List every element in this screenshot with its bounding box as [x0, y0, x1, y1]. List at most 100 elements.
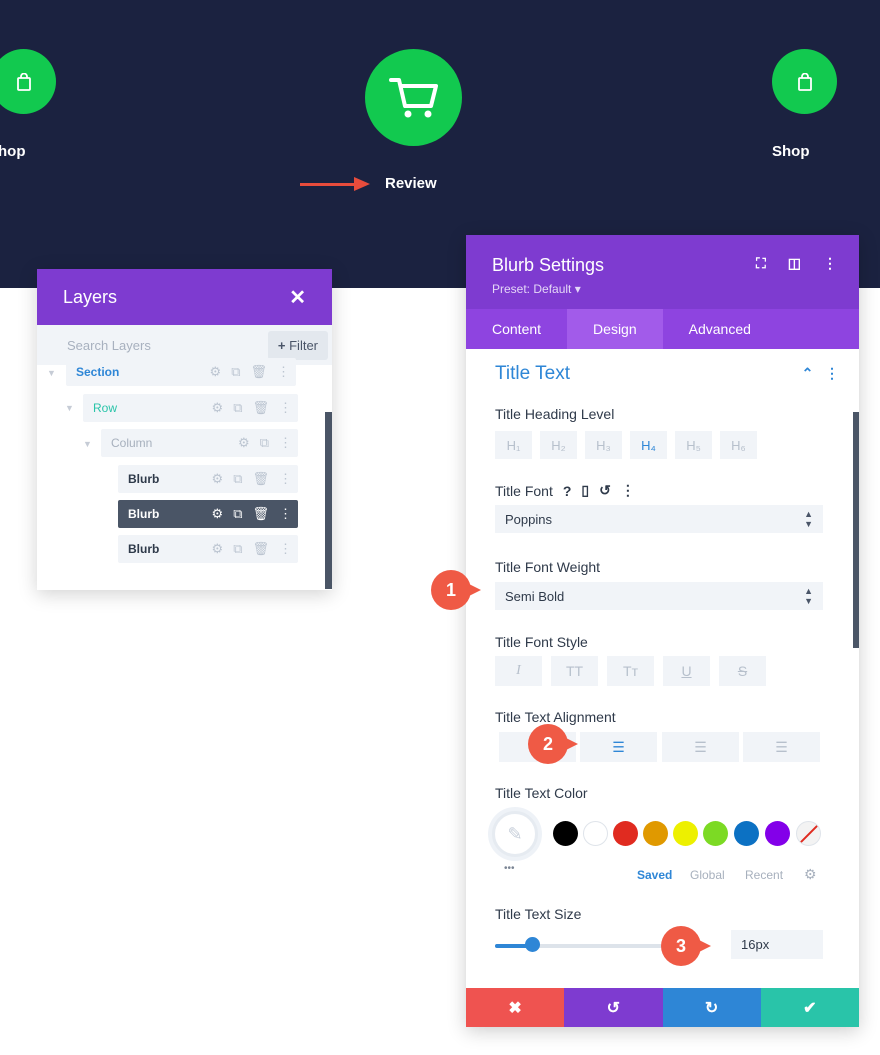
more-icon[interactable]: ⋮: [823, 255, 837, 272]
align-center-button[interactable]: ☰: [580, 732, 657, 762]
layer-blurb-3[interactable]: Blurb ⚙ ⧉ 🗑 ⋮: [118, 535, 298, 563]
layers-scrollbar[interactable]: [325, 412, 332, 589]
swatch-purple[interactable]: [765, 821, 790, 846]
palette-tab-saved[interactable]: Saved: [637, 868, 672, 882]
shop-icon-circle-left: [0, 49, 56, 114]
swatch-green[interactable]: [703, 821, 728, 846]
duplicate-icon[interactable]: ⧉: [233, 471, 242, 487]
gear-icon[interactable]: ⚙: [210, 364, 222, 380]
tab-content[interactable]: Content: [466, 309, 567, 349]
trash-icon[interactable]: 🗑: [252, 471, 269, 487]
reset-icon[interactable]: ↺: [599, 482, 611, 499]
swatch-blue[interactable]: [734, 821, 759, 846]
text-size-slider[interactable]: [495, 944, 687, 948]
tab-advanced[interactable]: Advanced: [663, 309, 777, 349]
heading-h2-button[interactable]: H₂: [540, 431, 577, 459]
settings-tabs: Content Design Advanced: [466, 309, 859, 349]
settings-scrollbar[interactable]: [853, 412, 859, 648]
swatch-none-icon[interactable]: [796, 821, 821, 846]
more-icon[interactable]: ⋮: [279, 506, 292, 522]
capitalize-button[interactable]: Tт: [607, 656, 654, 686]
duplicate-icon[interactable]: ⧉: [233, 400, 242, 416]
collapse-triangle-icon[interactable]: ▼: [65, 403, 74, 413]
help-icon[interactable]: ?: [563, 483, 572, 499]
trash-icon[interactable]: 🗑: [252, 541, 269, 557]
gear-icon[interactable]: ⚙: [212, 506, 224, 522]
swatch-yellow[interactable]: [673, 821, 698, 846]
swatch-red[interactable]: [613, 821, 638, 846]
underline-button[interactable]: U: [663, 656, 710, 686]
redo-button[interactable]: ↻: [662, 988, 761, 1027]
palette-tab-recent[interactable]: Recent: [745, 868, 783, 882]
search-layers-input[interactable]: Search Layers: [67, 338, 151, 353]
more-icon[interactable]: ⋮: [279, 400, 292, 416]
more-icon[interactable]: ⋮: [825, 365, 839, 381]
uppercase-button[interactable]: TT: [551, 656, 598, 686]
strikethrough-button[interactable]: S: [719, 656, 766, 686]
gear-icon[interactable]: ⚙: [212, 541, 224, 557]
chevron-up-icon[interactable]: ⌃: [802, 365, 814, 381]
italic-button[interactable]: I: [495, 656, 542, 686]
trash-icon[interactable]: 🗑: [252, 400, 269, 416]
mobile-icon[interactable]: ▯: [581, 482, 589, 499]
section-title[interactable]: Title Text: [495, 363, 570, 385]
layer-label: Row: [93, 401, 118, 415]
filter-label: Filter: [289, 337, 318, 353]
undo-button[interactable]: ↺: [564, 988, 663, 1027]
font-weight-select[interactable]: Semi Bold ▲ ▼: [495, 582, 823, 610]
gear-icon[interactable]: ⚙: [238, 435, 250, 451]
trash-icon[interactable]: 🗑: [252, 506, 269, 522]
trash-icon[interactable]: 🗑: [250, 364, 267, 380]
more-colors-icon[interactable]: •••: [504, 863, 515, 874]
close-icon[interactable]: ✕: [289, 285, 306, 310]
slider-handle[interactable]: [525, 937, 540, 952]
split-view-icon[interactable]: ◫: [788, 255, 801, 272]
duplicate-icon[interactable]: ⧉: [233, 541, 242, 557]
filter-button[interactable]: + Filter: [267, 330, 328, 360]
layer-actions: ⚙ ⧉ 🗑 ⋮: [212, 500, 292, 528]
layer-section[interactable]: Section ⚙ ⧉ 🗑 ⋮: [66, 358, 296, 386]
gear-icon[interactable]: ⚙: [212, 471, 224, 487]
align-right-button[interactable]: ☰: [662, 732, 739, 762]
fullscreen-icon[interactable]: ⛶: [756, 255, 766, 272]
palette-settings-gear-icon[interactable]: ⚙: [804, 866, 817, 883]
collapse-triangle-icon[interactable]: ▼: [47, 368, 56, 378]
title-font-select[interactable]: Poppins ▲ ▼: [495, 505, 823, 533]
text-size-input[interactable]: 16px: [731, 930, 823, 959]
swatch-white[interactable]: [583, 821, 608, 846]
marker-number: 2: [528, 724, 568, 764]
heading-h5-button[interactable]: H₅: [675, 431, 712, 459]
duplicate-icon[interactable]: ⧉: [260, 435, 269, 451]
layers-header: Layers ✕: [37, 269, 332, 325]
shopping-bag-icon: [797, 72, 812, 91]
heading-h1-button[interactable]: H₁: [495, 431, 532, 459]
align-justify-button[interactable]: ☰: [743, 732, 820, 762]
layer-label: Column: [111, 436, 153, 450]
layer-row[interactable]: Row ⚙ ⧉ 🗑 ⋮: [83, 394, 298, 422]
duplicate-icon[interactable]: ⧉: [231, 364, 240, 380]
more-icon[interactable]: ⋮: [277, 364, 290, 380]
more-icon[interactable]: ⋮: [621, 482, 635, 499]
save-button[interactable]: ✔: [760, 988, 859, 1027]
layer-column[interactable]: Column ⚙ ⧉ ⋮: [101, 429, 298, 457]
shop-icon-circle-right: [772, 49, 837, 114]
gear-icon[interactable]: ⚙: [212, 400, 224, 416]
collapse-triangle-icon[interactable]: ▼: [83, 439, 92, 449]
tab-design[interactable]: Design: [567, 309, 663, 349]
layer-blurb-2-selected[interactable]: Blurb ⚙ ⧉ 🗑 ⋮: [118, 500, 298, 528]
more-icon[interactable]: ⋮: [279, 471, 292, 487]
eyedropper-icon[interactable]: ✎: [492, 811, 538, 857]
palette-tab-global[interactable]: Global: [690, 868, 725, 882]
align-justify-icon: ☰: [775, 738, 788, 755]
cancel-button[interactable]: ✖: [466, 988, 565, 1027]
preset-dropdown[interactable]: Preset: Default ▾: [492, 282, 833, 296]
heading-h4-button[interactable]: H₄: [630, 431, 667, 459]
layer-blurb-1[interactable]: Blurb ⚙ ⧉ 🗑 ⋮: [118, 465, 298, 493]
more-icon[interactable]: ⋮: [279, 435, 292, 451]
swatch-black[interactable]: [553, 821, 578, 846]
more-icon[interactable]: ⋮: [279, 541, 292, 557]
heading-h6-button[interactable]: H₆: [720, 431, 757, 459]
swatch-orange[interactable]: [643, 821, 668, 846]
heading-h3-button[interactable]: H₃: [585, 431, 622, 459]
duplicate-icon[interactable]: ⧉: [233, 506, 242, 522]
